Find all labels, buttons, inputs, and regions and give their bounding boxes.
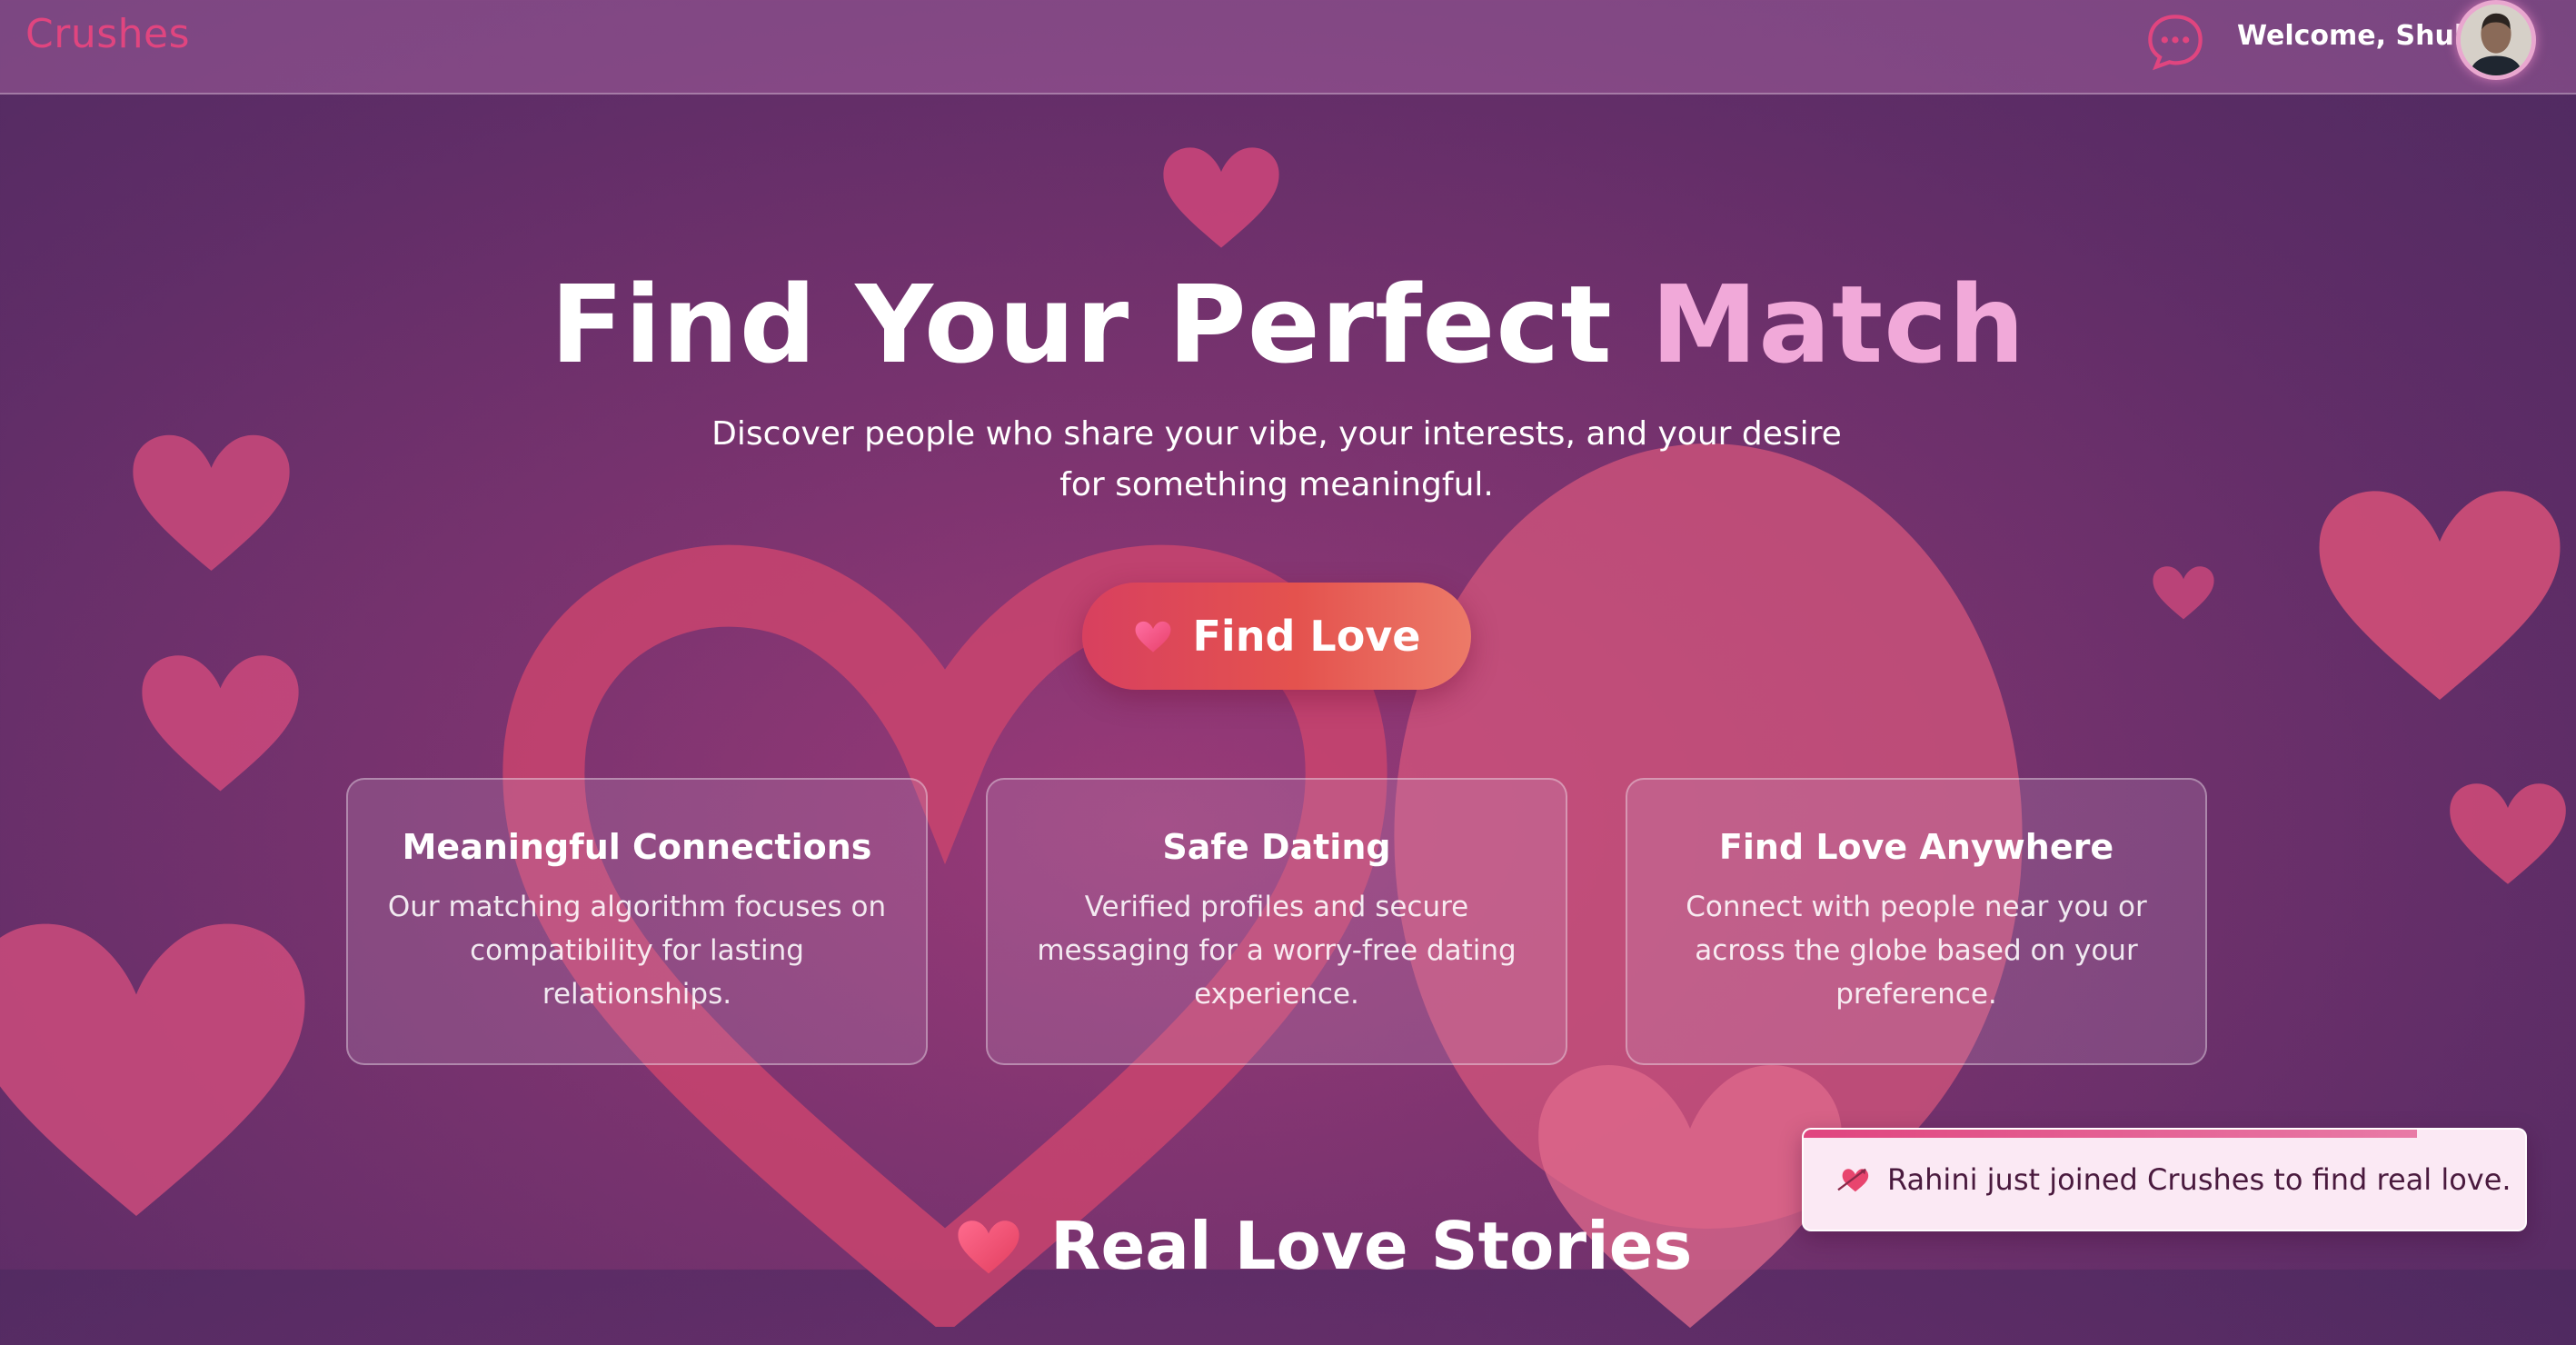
brand-logo[interactable]: Crushes <box>25 11 190 57</box>
feature-card-safe-dating: Safe Dating Verified profiles and secure… <box>986 778 1567 1065</box>
bg-heart-right-small-icon <box>2149 559 2218 624</box>
heart-arrow-icon <box>1836 1164 1871 1195</box>
feature-card-meaningful-connections: Meaningful Connections Our matching algo… <box>346 778 928 1065</box>
hero-subtitle: Discover people who share your vibe, you… <box>711 415 1842 503</box>
hero-title-main: Find Your Perfect <box>550 262 1651 387</box>
real-love-stories-heading: Real Love Stories <box>954 1205 1692 1287</box>
heart-icon <box>954 1214 1023 1278</box>
find-love-label: Find Love <box>1192 612 1421 661</box>
feature-title: Meaningful Connections <box>402 827 872 867</box>
top-navbar: Crushes Welcome, Shub <box>0 0 2576 95</box>
hero-title-accent: Match <box>1650 262 2026 387</box>
bg-heart-right-mid-icon <box>2440 772 2576 891</box>
bg-heart-small-top-icon <box>1156 136 1287 254</box>
bg-heart-right-large-icon <box>2303 436 2576 745</box>
feature-text: Our matching algorithm focuses on compat… <box>387 891 887 1011</box>
user-avatar[interactable] <box>2456 0 2536 80</box>
bg-heart-left-1-icon <box>123 418 300 582</box>
bg-heart-bottom-left-icon <box>0 872 327 1254</box>
feature-title: Find Love Anywhere <box>1718 827 2114 867</box>
feature-card-find-love-anywhere: Find Love Anywhere Connect with people n… <box>1626 778 2207 1065</box>
heart-icon <box>1133 616 1173 656</box>
bg-heart-left-2-icon <box>132 618 309 822</box>
feature-text: Verified profiles and secure messaging f… <box>1037 891 1517 1011</box>
feature-text: Connect with people near you or across t… <box>1686 891 2147 1011</box>
chat-bubble-dots-icon[interactable] <box>2144 11 2206 73</box>
find-love-button[interactable]: Find Love <box>1082 583 1471 690</box>
toast-message: Rahini just joined Crushes to find real … <box>1887 1162 2511 1197</box>
toast-progress-bar <box>1804 1130 2417 1138</box>
welcome-text: Welcome, Shub <box>2237 20 2474 52</box>
hero-title: Find Your Perfect Match <box>0 256 2576 393</box>
stories-title: Real Love Stories <box>1050 1208 1693 1284</box>
join-notification-toast[interactable]: Rahini just joined Crushes to find real … <box>1802 1128 2527 1231</box>
feature-title: Safe Dating <box>1162 827 1391 867</box>
